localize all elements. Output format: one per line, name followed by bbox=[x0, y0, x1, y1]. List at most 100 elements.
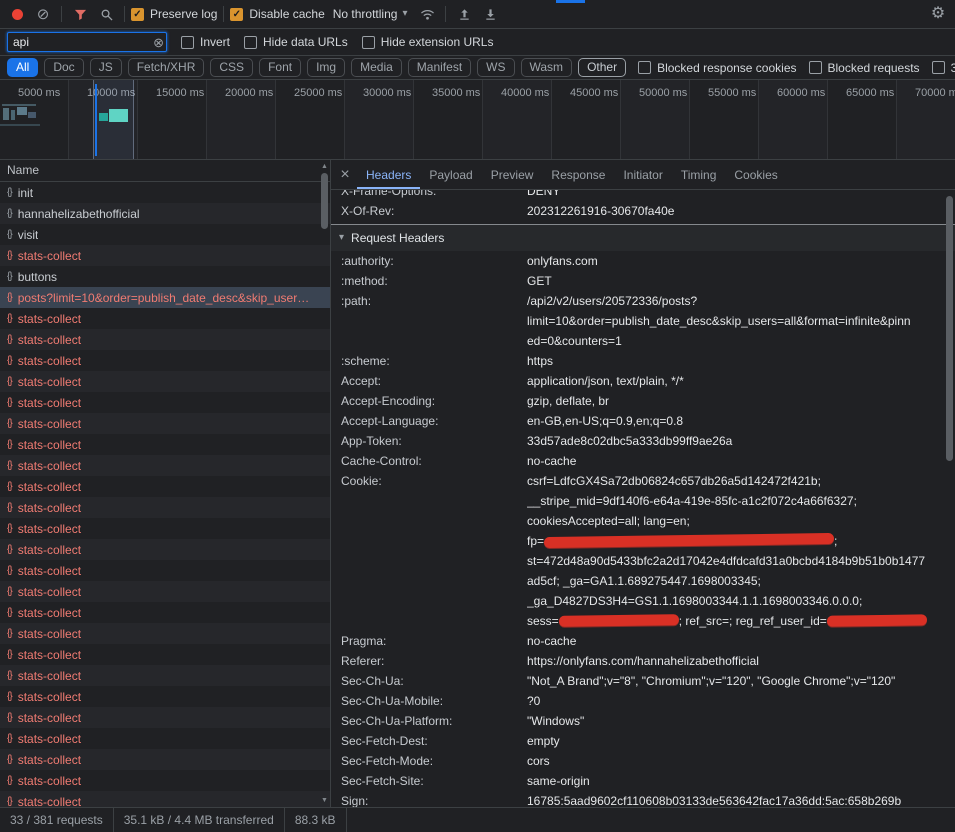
request-list-scrollbar[interactable] bbox=[319, 160, 330, 807]
request-row[interactable]: stats-collect bbox=[0, 308, 330, 329]
scroll-up-icon[interactable] bbox=[321, 163, 328, 170]
transferred-size: 35.1 kB / 4.4 MB transferred bbox=[114, 808, 285, 832]
clear-filter-icon[interactable] bbox=[153, 36, 164, 49]
preserve-log-checkbox[interactable]: Preserve log bbox=[131, 7, 217, 21]
type-filter-media[interactable]: Media bbox=[351, 58, 402, 77]
scrollbar-thumb[interactable] bbox=[321, 173, 328, 229]
clear-log-button[interactable] bbox=[31, 3, 55, 26]
name-column-header[interactable]: Name bbox=[0, 160, 330, 182]
header-value-line: same-origin bbox=[527, 771, 933, 791]
header-name: :scheme: bbox=[341, 351, 527, 371]
type-filter-img[interactable]: Img bbox=[307, 58, 345, 77]
tab-initiator[interactable]: Initiator bbox=[614, 161, 671, 189]
tab-cookies[interactable]: Cookies bbox=[725, 161, 786, 189]
request-row[interactable]: stats-collect bbox=[0, 497, 330, 518]
request-row[interactable]: stats-collect bbox=[0, 707, 330, 728]
request-row[interactable]: visit bbox=[0, 224, 330, 245]
request-name: stats-collect bbox=[18, 606, 81, 620]
network-conditions-button[interactable] bbox=[415, 3, 439, 26]
script-icon bbox=[7, 439, 12, 450]
header-value-line: ed=0&counters=1 bbox=[527, 331, 933, 351]
request-row[interactable]: stats-collect bbox=[0, 728, 330, 749]
request-row[interactable]: stats-collect bbox=[0, 602, 330, 623]
tab-headers[interactable]: Headers bbox=[357, 161, 420, 189]
request-row[interactable]: stats-collect bbox=[0, 560, 330, 581]
request-row[interactable]: stats-collect bbox=[0, 392, 330, 413]
toolbar-divider bbox=[61, 6, 62, 22]
filter-input[interactable] bbox=[7, 32, 167, 52]
hide-extension-urls-checkbox[interactable]: Hide extension URLs bbox=[362, 35, 494, 49]
request-row[interactable]: stats-collect bbox=[0, 434, 330, 455]
request-row[interactable]: stats-collect bbox=[0, 791, 330, 807]
import-har-button[interactable] bbox=[452, 3, 476, 26]
disable-cache-checkbox[interactable]: Disable cache bbox=[230, 7, 324, 21]
request-row[interactable]: stats-collect bbox=[0, 518, 330, 539]
type-filter-js[interactable]: JS bbox=[90, 58, 122, 77]
request-row[interactable]: hannahelizabethofficial bbox=[0, 203, 330, 224]
scrollbar-thumb[interactable] bbox=[946, 196, 953, 461]
headers-scrollbar[interactable] bbox=[944, 190, 955, 807]
request-row[interactable]: stats-collect bbox=[0, 539, 330, 560]
request-row[interactable]: stats-collect bbox=[0, 644, 330, 665]
header-value-line: "Windows" bbox=[527, 711, 933, 731]
record-button[interactable] bbox=[5, 3, 29, 26]
request-row[interactable]: stats-collect bbox=[0, 749, 330, 770]
header-row: Accept-Language:en-GB,en-US;q=0.9,en;q=0… bbox=[331, 411, 955, 431]
request-row[interactable]: stats-collect bbox=[0, 350, 330, 371]
header-name: Sign: bbox=[341, 791, 527, 807]
request-row[interactable]: stats-collect bbox=[0, 686, 330, 707]
request-row[interactable]: posts?limit=10&order=publish_date_desc&s… bbox=[0, 287, 330, 308]
tab-payload[interactable]: Payload bbox=[420, 161, 481, 189]
request-row[interactable]: buttons bbox=[0, 266, 330, 287]
header-value-line: empty bbox=[527, 731, 933, 751]
request-row[interactable]: stats-collect bbox=[0, 329, 330, 350]
hide-data-urls-checkbox[interactable]: Hide data URLs bbox=[244, 35, 348, 49]
export-har-button[interactable] bbox=[478, 3, 502, 26]
throttling-select[interactable]: No throttling bbox=[333, 7, 408, 21]
type-filter-all[interactable]: All bbox=[7, 58, 38, 77]
invert-checkbox[interactable]: Invert bbox=[181, 35, 230, 49]
type-filter-ws[interactable]: WS bbox=[477, 58, 514, 77]
request-row[interactable]: stats-collect bbox=[0, 476, 330, 497]
request-row[interactable]: stats-collect bbox=[0, 581, 330, 602]
type-filter-doc[interactable]: Doc bbox=[44, 58, 83, 77]
request-row[interactable]: stats-collect bbox=[0, 665, 330, 686]
header-name: Sec-Ch-Ua: bbox=[341, 671, 527, 691]
third-party-requests-checkbox[interactable]: 3rd-party requests bbox=[932, 61, 955, 75]
request-name: stats-collect bbox=[18, 585, 81, 599]
filter-toggle-button[interactable] bbox=[68, 3, 92, 26]
request-row[interactable]: stats-collect bbox=[0, 371, 330, 392]
tab-response[interactable]: Response bbox=[542, 161, 614, 189]
search-button[interactable] bbox=[94, 3, 118, 26]
tab-timing[interactable]: Timing bbox=[672, 161, 726, 189]
scroll-down-icon[interactable] bbox=[321, 797, 328, 804]
request-list: inithannahelizabethofficialvisit stats-co… bbox=[0, 182, 330, 807]
request-row[interactable]: stats-collect bbox=[0, 455, 330, 476]
type-filter-fetch-xhr[interactable]: Fetch/XHR bbox=[128, 58, 205, 77]
timeline-tick-label: 30000 ms bbox=[363, 87, 411, 99]
close-icon bbox=[340, 167, 349, 183]
timeline-overview[interactable]: 5000 ms10000 ms15000 ms20000 ms25000 ms3… bbox=[0, 80, 955, 160]
request-name: stats-collect bbox=[18, 753, 81, 767]
type-filter-other[interactable]: Other bbox=[578, 58, 626, 77]
type-filter-font[interactable]: Font bbox=[259, 58, 301, 77]
header-row: Accept:application/json, text/plain, */* bbox=[331, 371, 955, 391]
request-headers-section[interactable]: Request Headers bbox=[331, 224, 955, 251]
request-row[interactable]: init bbox=[0, 182, 330, 203]
blocked-requests-checkbox[interactable]: Blocked requests bbox=[809, 61, 920, 75]
request-row[interactable]: stats-collect bbox=[0, 623, 330, 644]
request-row[interactable]: stats-collect bbox=[0, 770, 330, 791]
blocked-response-cookies-checkbox[interactable]: Blocked response cookies bbox=[638, 61, 796, 75]
header-name: X-Frame-Options: bbox=[341, 190, 527, 201]
settings-button[interactable] bbox=[926, 3, 950, 26]
type-filter-wasm[interactable]: Wasm bbox=[521, 58, 573, 77]
type-filter-css[interactable]: CSS bbox=[210, 58, 253, 77]
script-icon bbox=[7, 523, 12, 534]
header-row: X-Frame-Options:DENY bbox=[331, 190, 955, 201]
request-row[interactable]: stats-collect bbox=[0, 245, 330, 266]
tab-preview[interactable]: Preview bbox=[482, 161, 543, 189]
header-name: Accept: bbox=[341, 371, 527, 391]
request-row[interactable]: stats-collect bbox=[0, 413, 330, 434]
type-filter-manifest[interactable]: Manifest bbox=[408, 58, 471, 77]
close-panel-button[interactable] bbox=[333, 163, 357, 186]
